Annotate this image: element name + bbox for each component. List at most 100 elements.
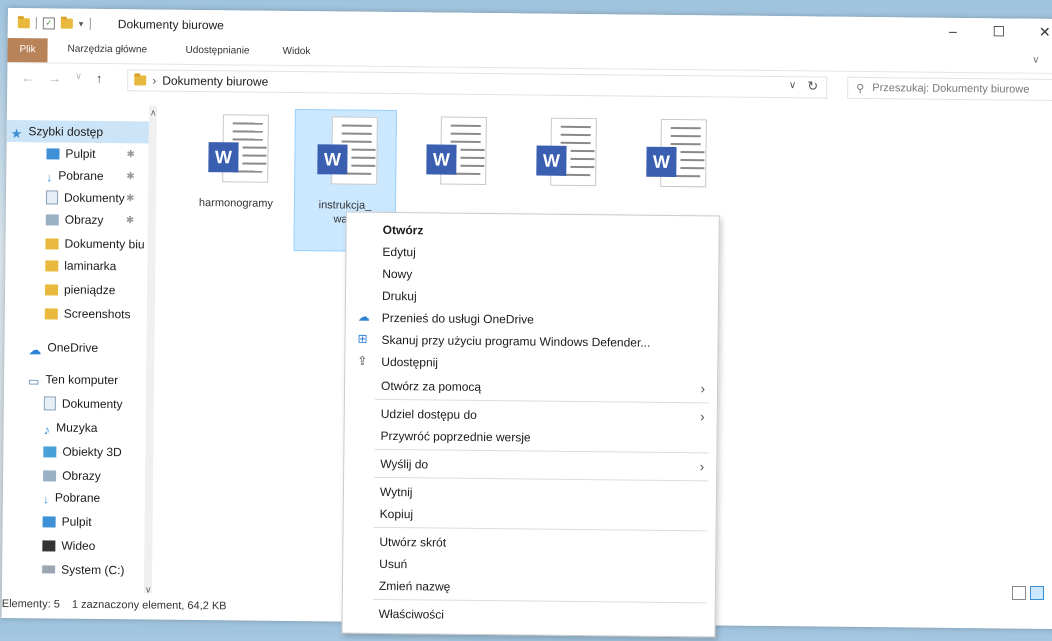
- file-name: [404, 198, 504, 199]
- sidebar-item-pc-pictures[interactable]: Obrazy: [3, 464, 101, 487]
- window-controls: – ☐ ✕: [944, 23, 1052, 41]
- folder-icon: [45, 259, 59, 272]
- search-icon: ⚲: [856, 82, 865, 95]
- folder-icon: [44, 283, 59, 296]
- navigation-buttons: ← → ∨ ↑: [21, 70, 102, 86]
- word-document-icon: W: [536, 117, 597, 191]
- sidebar-item-label: OneDrive: [47, 340, 99, 355]
- pin-icon[interactable]: ✱: [126, 215, 135, 226]
- tab-view[interactable]: Widok: [283, 46, 311, 57]
- chevron-right-icon[interactable]: ›: [152, 74, 156, 88]
- refresh-icon[interactable]: ↻: [807, 78, 818, 94]
- sidebar-item-label: Pobrane: [58, 168, 104, 184]
- menu-item-edit[interactable]: Edytuj: [382, 245, 416, 259]
- new-folder-icon[interactable]: [60, 18, 73, 29]
- menu-item-create-shortcut[interactable]: Utwórz skrót: [379, 535, 446, 550]
- address-dropdown-icon[interactable]: ∨: [789, 80, 796, 91]
- file-name: harmonogramy: [198, 197, 274, 210]
- onedrive-cloud-icon: ☁: [357, 309, 370, 324]
- sidebar-item-label: Wideo: [61, 538, 96, 553]
- view-toggle: [1012, 586, 1044, 600]
- menu-item-rename[interactable]: Zmień nazwę: [379, 579, 451, 594]
- search-input[interactable]: ⚲ Przeszukaj: Dokumenty biurowe: [847, 76, 1052, 101]
- sidebar-item-pc-downloads[interactable]: ↓ Pobrane: [3, 486, 101, 509]
- desktop-icon: [42, 515, 56, 528]
- back-arrow-icon[interactable]: ←: [21, 70, 34, 85]
- file-item[interactable]: W harmonogramy: [186, 108, 287, 229]
- sidebar-item-music[interactable]: ♪ Muzyka: [3, 416, 98, 439]
- menu-item-move-onedrive[interactable]: Przenieś do usługi OneDrive: [382, 311, 534, 327]
- sidebar-item-pieniadze[interactable]: pieniądze: [5, 278, 116, 301]
- sidebar-item-downloads[interactable]: ↓ Pobrane ✱: [6, 164, 135, 187]
- sidebar-item-onedrive[interactable]: ☁ OneDrive: [4, 336, 98, 359]
- customize-dropdown-icon[interactable]: ▾: [79, 18, 84, 29]
- breadcrumb[interactable]: Dokumenty biurowe: [162, 74, 268, 89]
- menu-item-cut[interactable]: Wytnij: [380, 485, 413, 499]
- ribbon-expand-icon[interactable]: ∨: [1032, 55, 1039, 66]
- file-name: [624, 200, 724, 201]
- tab-home[interactable]: Narzędzia główne: [68, 44, 148, 56]
- details-view-icon[interactable]: [1012, 586, 1026, 600]
- menu-item-give-access[interactable]: Udziel dostępu do: [381, 407, 477, 422]
- menu-item-share[interactable]: Udostępnij: [381, 355, 438, 370]
- folder-icon: [17, 18, 30, 29]
- word-document-icon: W: [317, 116, 378, 189]
- sidebar-item-screenshots[interactable]: Screenshots: [5, 302, 131, 325]
- menu-item-open[interactable]: Otwórz: [383, 223, 424, 237]
- maximize-button[interactable]: ☐: [990, 23, 1008, 40]
- sidebar-item-office-docs[interactable]: Dokumenty biu: [5, 232, 145, 255]
- file-name: [514, 199, 614, 200]
- sidebar-item-quick-access[interactable]: ★ Szybki dostęp: [6, 119, 156, 144]
- submenu-arrow-icon: ›: [700, 408, 705, 425]
- pin-icon[interactable]: ✱: [126, 193, 135, 204]
- folder-icon: [44, 307, 58, 320]
- pin-icon[interactable]: ✱: [126, 171, 135, 182]
- up-arrow-icon[interactable]: ↑: [96, 71, 103, 86]
- sidebar-item-video[interactable]: Wideo: [2, 534, 95, 557]
- sidebar-item-this-pc[interactable]: ▭ Ten komputer: [4, 368, 118, 391]
- sidebar-item-laminarka[interactable]: laminarka: [5, 254, 116, 277]
- menu-item-send-to[interactable]: Wyślij do: [380, 457, 428, 472]
- divider: [89, 17, 91, 30]
- sidebar-item-pc-desktop[interactable]: Pulpit: [3, 510, 92, 533]
- sidebar-item-system-drive[interactable]: System (C:): [2, 558, 125, 581]
- download-icon: ↓: [46, 169, 53, 184]
- word-document-icon: W: [426, 116, 487, 189]
- menu-item-new[interactable]: Nowy: [382, 267, 412, 281]
- sidebar-item-documents[interactable]: Dokumenty ✱: [6, 186, 134, 209]
- menu-item-properties[interactable]: Właściwości: [379, 607, 444, 622]
- pin-icon[interactable]: ✱: [126, 149, 135, 160]
- large-icons-view-icon[interactable]: [1030, 586, 1044, 600]
- sidebar-item-desktop[interactable]: Pulpit ✱: [6, 142, 135, 165]
- sidebar-item-label: Pulpit: [61, 514, 92, 529]
- sidebar-item-label: Pobrane: [54, 490, 101, 505]
- menu-item-delete[interactable]: Usuń: [379, 557, 407, 571]
- menu-item-copy[interactable]: Kopiuj: [380, 507, 414, 521]
- folder-icon: [134, 75, 147, 86]
- menu-item-print[interactable]: Drukuj: [382, 289, 417, 303]
- menu-item-scan-defender[interactable]: Skanuj przy użyciu programu Windows Defe…: [381, 333, 650, 350]
- sidebar-item-label: Szybki dostęp: [28, 124, 104, 140]
- sidebar-item-pictures[interactable]: Obrazy ✱: [6, 208, 134, 231]
- scroll-down-icon[interactable]: ∨: [145, 584, 152, 595]
- sidebar-item-3d-objects[interactable]: Obiekty 3D: [3, 440, 122, 463]
- music-icon: ♪: [43, 421, 51, 437]
- menu-item-restore-versions[interactable]: Przywróć poprzednie wersje: [380, 429, 530, 445]
- recent-dropdown-icon[interactable]: ∨: [75, 71, 82, 86]
- menu-divider: [374, 448, 709, 454]
- minimize-button[interactable]: –: [944, 23, 962, 40]
- close-button[interactable]: ✕: [1036, 24, 1052, 41]
- submenu-arrow-icon: ›: [700, 380, 706, 397]
- sidebar-item-pc-documents[interactable]: Dokumenty: [4, 392, 123, 415]
- menu-item-open-with[interactable]: Otwórz za pomocą: [381, 379, 481, 394]
- scroll-up-icon[interactable]: ∧: [150, 107, 157, 118]
- sidebar-item-label: Obrazy: [64, 212, 104, 228]
- desktop-icon: [46, 147, 60, 160]
- explorer-window: ✓ ▾ Dokumenty biurowe – ☐ ✕ Plik Narzędz…: [1, 8, 1052, 638]
- forward-arrow-icon[interactable]: →: [48, 70, 61, 85]
- tab-file[interactable]: Plik: [7, 37, 48, 63]
- address-bar[interactable]: › Dokumenty biurowe ∨ ↻: [127, 69, 828, 99]
- sidebar-item-label: Dokumenty: [61, 396, 123, 412]
- tab-share[interactable]: Udostępnianie: [186, 45, 250, 57]
- properties-icon[interactable]: ✓: [42, 17, 55, 30]
